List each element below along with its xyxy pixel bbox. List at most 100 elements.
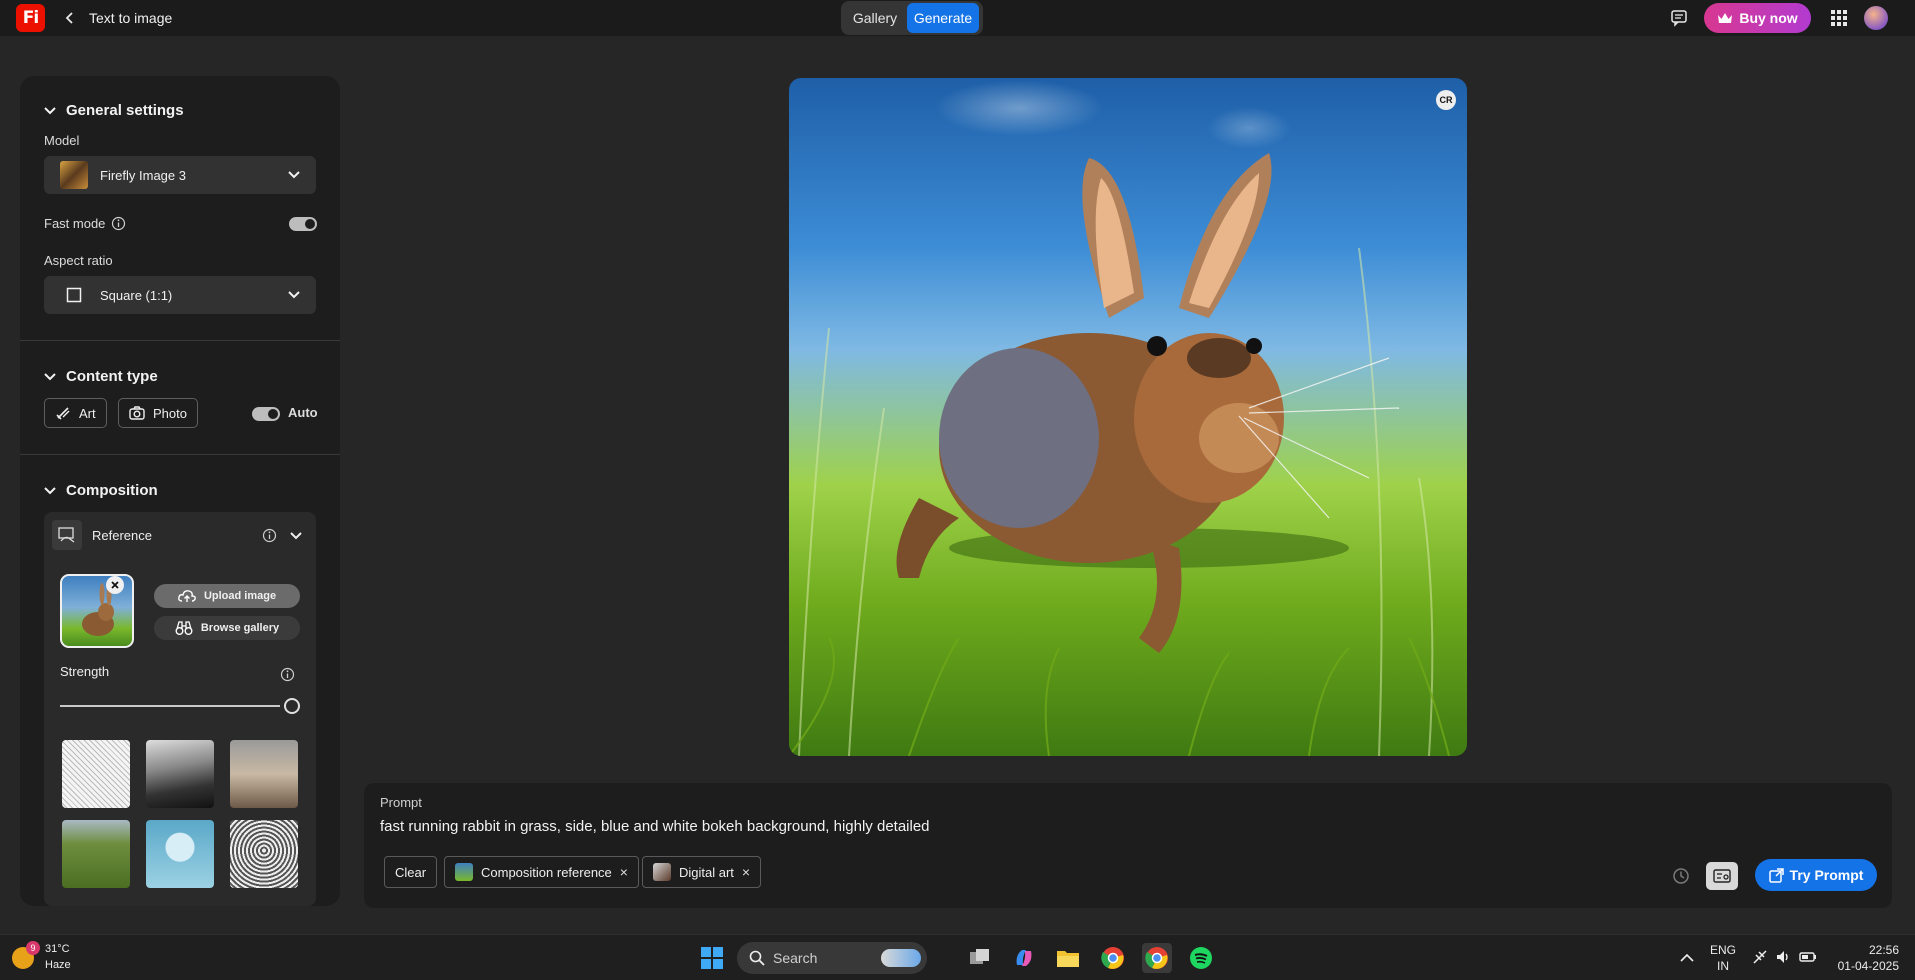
prompt-settings-button[interactable] [1706, 862, 1738, 890]
buy-now-button[interactable]: Buy now [1704, 3, 1811, 33]
generated-image[interactable] [789, 78, 1467, 756]
chrome-icon[interactable] [1098, 943, 1128, 973]
chevron-left-icon [65, 12, 73, 24]
chrome-active-icon[interactable] [1142, 943, 1172, 973]
model-label: Model [44, 133, 80, 148]
chevron-down-icon[interactable] [290, 532, 302, 540]
chip-thumbnail [653, 863, 671, 881]
weather-widget[interactable]: 9 31°C Haze [12, 941, 92, 975]
divider [20, 340, 340, 341]
chip-digital-art[interactable]: Digital art × [642, 856, 762, 888]
firefly-logo[interactable]: Fi [16, 4, 45, 32]
chevron-down-icon [44, 486, 56, 494]
brush-icon [56, 407, 70, 420]
weather-condition: Haze [45, 959, 71, 971]
taskbar: 9 31°C Haze Search ENG IN 22:56 01-04-20… [0, 934, 1915, 980]
tab-generate[interactable]: Generate [907, 3, 979, 33]
preset-sphere-cube[interactable] [146, 820, 214, 888]
avatar[interactable] [1864, 6, 1888, 30]
upload-image-label: Upload image [203, 590, 277, 602]
volume-icon[interactable] [1775, 949, 1791, 965]
chip-composition-reference[interactable]: Composition reference × [444, 856, 639, 888]
weather-badge: 9 [26, 941, 40, 955]
language-line-1: ENG [1709, 943, 1736, 957]
prompt-input[interactable]: fast running rabbit in grass, side, blue… [380, 818, 930, 835]
history-icon[interactable] [1672, 867, 1690, 885]
browse-gallery-button[interactable]: Browse gallery [154, 616, 300, 640]
prompt-panel: Prompt fast running rabbit in grass, sid… [364, 783, 1892, 908]
clear-label: Clear [395, 864, 427, 880]
fast-mode-toggle[interactable] [289, 217, 317, 231]
auto-label: Auto [288, 405, 318, 420]
prompt-label: Prompt [380, 795, 422, 810]
upload-cloud-icon [178, 590, 196, 602]
art-button[interactable]: Art [44, 398, 107, 428]
try-prompt-button[interactable]: Try Prompt [1755, 859, 1877, 891]
close-icon[interactable]: × [620, 864, 628, 880]
clock[interactable]: 22:56 01-04-2025 [1829, 942, 1899, 974]
spotify-icon[interactable] [1186, 943, 1216, 973]
preset-owl-pattern[interactable] [230, 820, 298, 888]
language-indicator[interactable]: ENG IN [1709, 942, 1737, 974]
strength-slider-handle[interactable] [284, 698, 300, 714]
close-icon[interactable]: × [742, 864, 750, 880]
chevron-down-icon [44, 106, 56, 114]
remove-reference-button[interactable] [106, 576, 124, 594]
windows-start-icon[interactable] [697, 943, 727, 973]
fast-mode-label: Fast mode [44, 216, 106, 231]
general-settings-title: General settings [66, 102, 184, 119]
camera-icon [129, 406, 145, 420]
content-type-title: Content type [66, 368, 158, 385]
apps-grid-icon[interactable] [1829, 8, 1849, 28]
clear-button[interactable]: Clear [384, 856, 438, 888]
composition-header[interactable]: Composition [44, 482, 158, 499]
buy-now-label: Buy now [1739, 10, 1798, 26]
page-title: Text to image [89, 10, 173, 26]
upload-image-button[interactable]: Upload image [154, 584, 300, 608]
reference-label: Reference [92, 528, 152, 543]
chevron-up-icon[interactable] [1680, 953, 1694, 963]
taskbar-search[interactable]: Search [737, 942, 927, 974]
browse-gallery-label: Browse gallery [200, 622, 280, 634]
preset-bird-sketch[interactable] [62, 740, 130, 808]
copilot-icon[interactable] [1009, 943, 1039, 973]
crown-icon [1718, 13, 1733, 23]
battery-icon[interactable] [1799, 949, 1817, 965]
content-type-header[interactable]: Content type [44, 368, 158, 385]
divider [20, 454, 340, 455]
reference-box: Reference Upload image Browse gallery St… [44, 512, 316, 906]
auto-toggle[interactable] [252, 407, 280, 421]
aspect-ratio-dropdown[interactable]: Square (1:1) [44, 276, 316, 314]
info-icon[interactable] [280, 667, 295, 682]
photo-button[interactable]: Photo [118, 398, 198, 428]
info-icon[interactable] [262, 528, 277, 543]
back-button[interactable] [60, 8, 80, 28]
network-icon[interactable] [1752, 949, 1768, 965]
external-link-icon [1768, 867, 1784, 883]
reference-icon [52, 520, 82, 550]
tab-gallery[interactable]: Gallery [843, 3, 907, 33]
settings-card-icon [1713, 869, 1731, 883]
model-dropdown[interactable]: Firefly Image 3 [44, 156, 316, 194]
feedback-icon[interactable] [1669, 8, 1689, 28]
general-settings-header[interactable]: General settings [44, 102, 184, 119]
chevron-down-icon [44, 372, 56, 380]
weather-temp: 31°C [45, 943, 70, 955]
taskbar-search-label: Search [773, 950, 818, 966]
language-line-2: IN [1717, 959, 1729, 973]
task-view-icon[interactable] [965, 943, 995, 973]
model-value: Firefly Image 3 [100, 167, 186, 183]
preset-road-field[interactable] [62, 820, 130, 888]
file-explorer-icon[interactable] [1053, 943, 1083, 973]
strength-slider-track[interactable] [60, 705, 280, 707]
chevron-down-icon [288, 291, 300, 299]
square-icon [66, 287, 82, 303]
preset-river-landscape[interactable] [146, 740, 214, 808]
clock-time: 22:56 [1868, 943, 1899, 957]
model-thumbnail [60, 161, 88, 189]
top-bar: Fi Text to image Gallery Generate Buy no… [0, 0, 1915, 36]
info-icon[interactable] [111, 216, 126, 231]
preset-living-room[interactable] [230, 740, 298, 808]
aspect-ratio-label: Aspect ratio [44, 253, 113, 268]
content-credentials-badge[interactable]: CR [1436, 90, 1456, 110]
